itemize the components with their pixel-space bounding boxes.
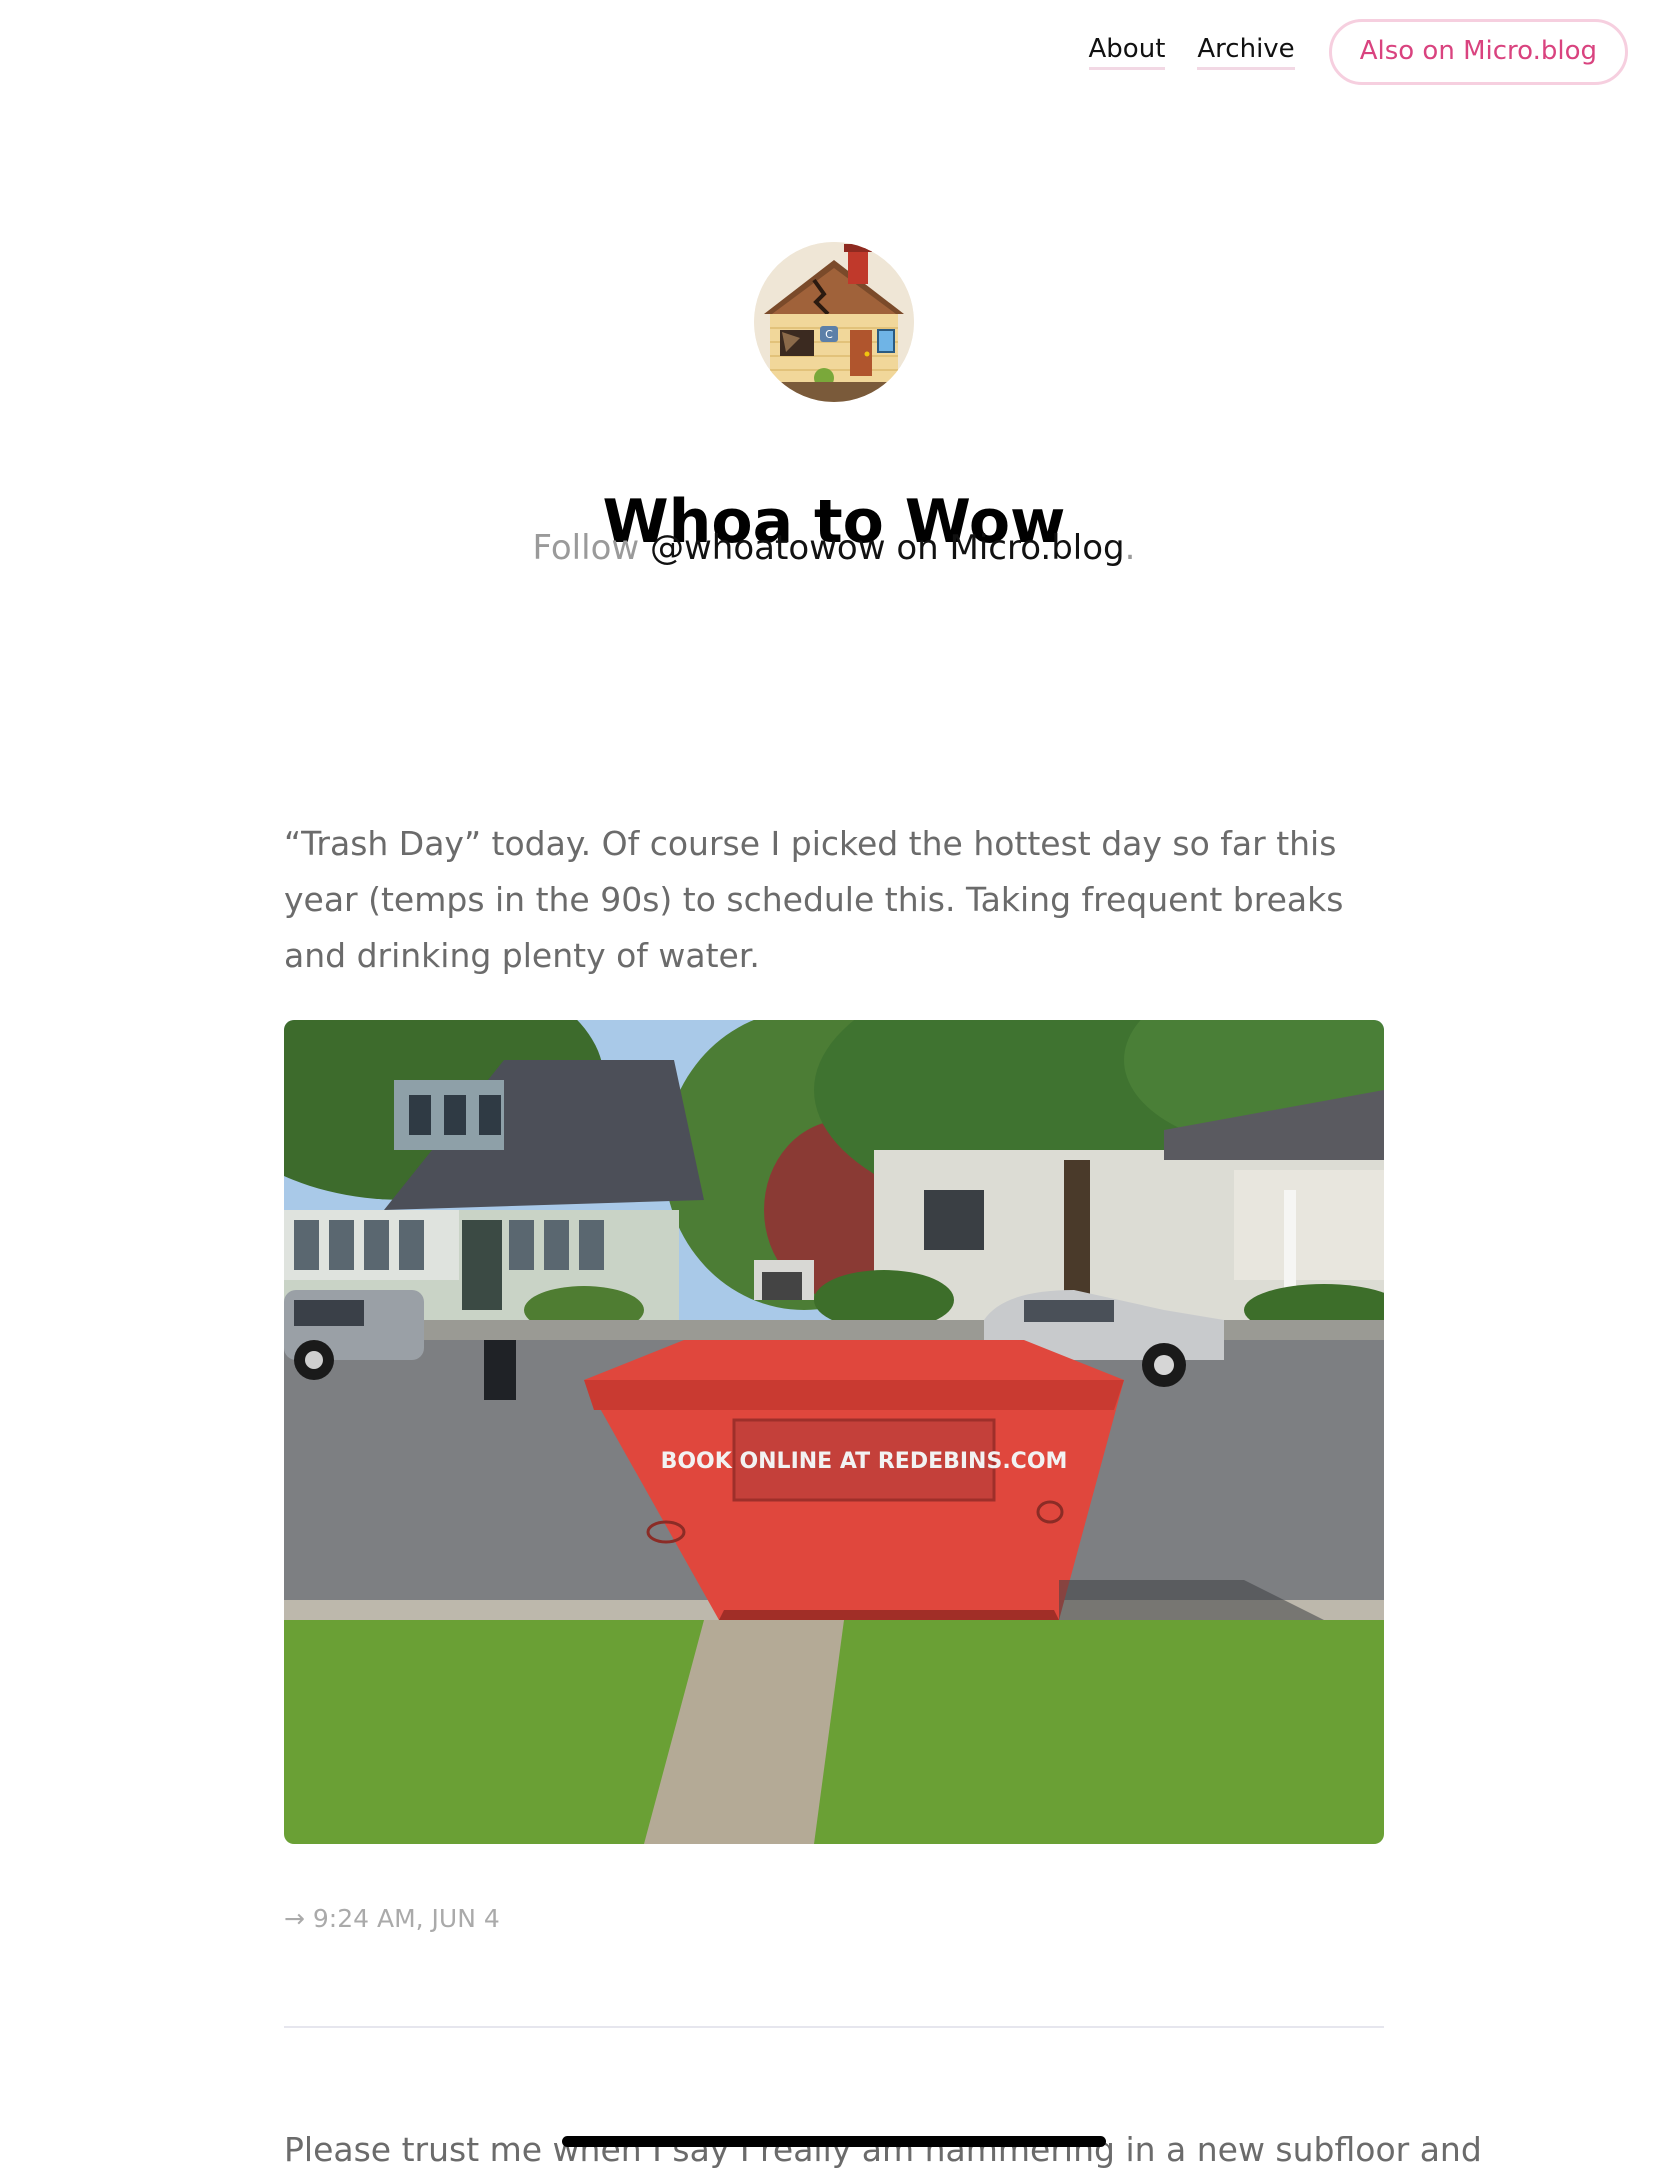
- post-timestamp: 9:24 AM, JUN 4: [312, 1904, 500, 1933]
- home-indicator[interactable]: [562, 2136, 1106, 2147]
- dumpster-photo-image: BOOK ONLINE AT REDEBINS.COM: [284, 1020, 1384, 1844]
- post-photo[interactable]: BOOK ONLINE AT REDEBINS.COM: [284, 1020, 1384, 1844]
- svg-text:C: C: [825, 328, 833, 341]
- follow-handle-link[interactable]: @whoatowow on Micro.blog: [650, 528, 1125, 568]
- arrow-right-icon: →: [284, 1904, 305, 1933]
- post-timestamp-link[interactable]: → 9:24 AM, JUN 4: [284, 1902, 500, 1936]
- house-avatar-icon: C: [754, 242, 914, 402]
- dumpster-sign-text: BOOK ONLINE AT REDEBINS.COM: [661, 1449, 1068, 1474]
- follow-suffix: .: [1124, 528, 1136, 568]
- nav-archive-link[interactable]: Archive: [1197, 34, 1295, 71]
- top-nav: About Archive Also on Micro.blog: [1088, 19, 1628, 85]
- post-divider: [284, 2026, 1384, 2028]
- nav-about-link[interactable]: About: [1088, 34, 1166, 71]
- post-text: Please trust me when I say I really am h…: [284, 2130, 1482, 2169]
- avatar[interactable]: C: [754, 242, 914, 402]
- post-text: “Trash Day” today. Of course I picked th…: [284, 824, 1344, 975]
- follow-prefix: Follow: [532, 528, 640, 568]
- follow-line: Follow @whoatowow on Micro.blog.: [0, 526, 1668, 570]
- also-on-microblog-button[interactable]: Also on Micro.blog: [1328, 19, 1628, 85]
